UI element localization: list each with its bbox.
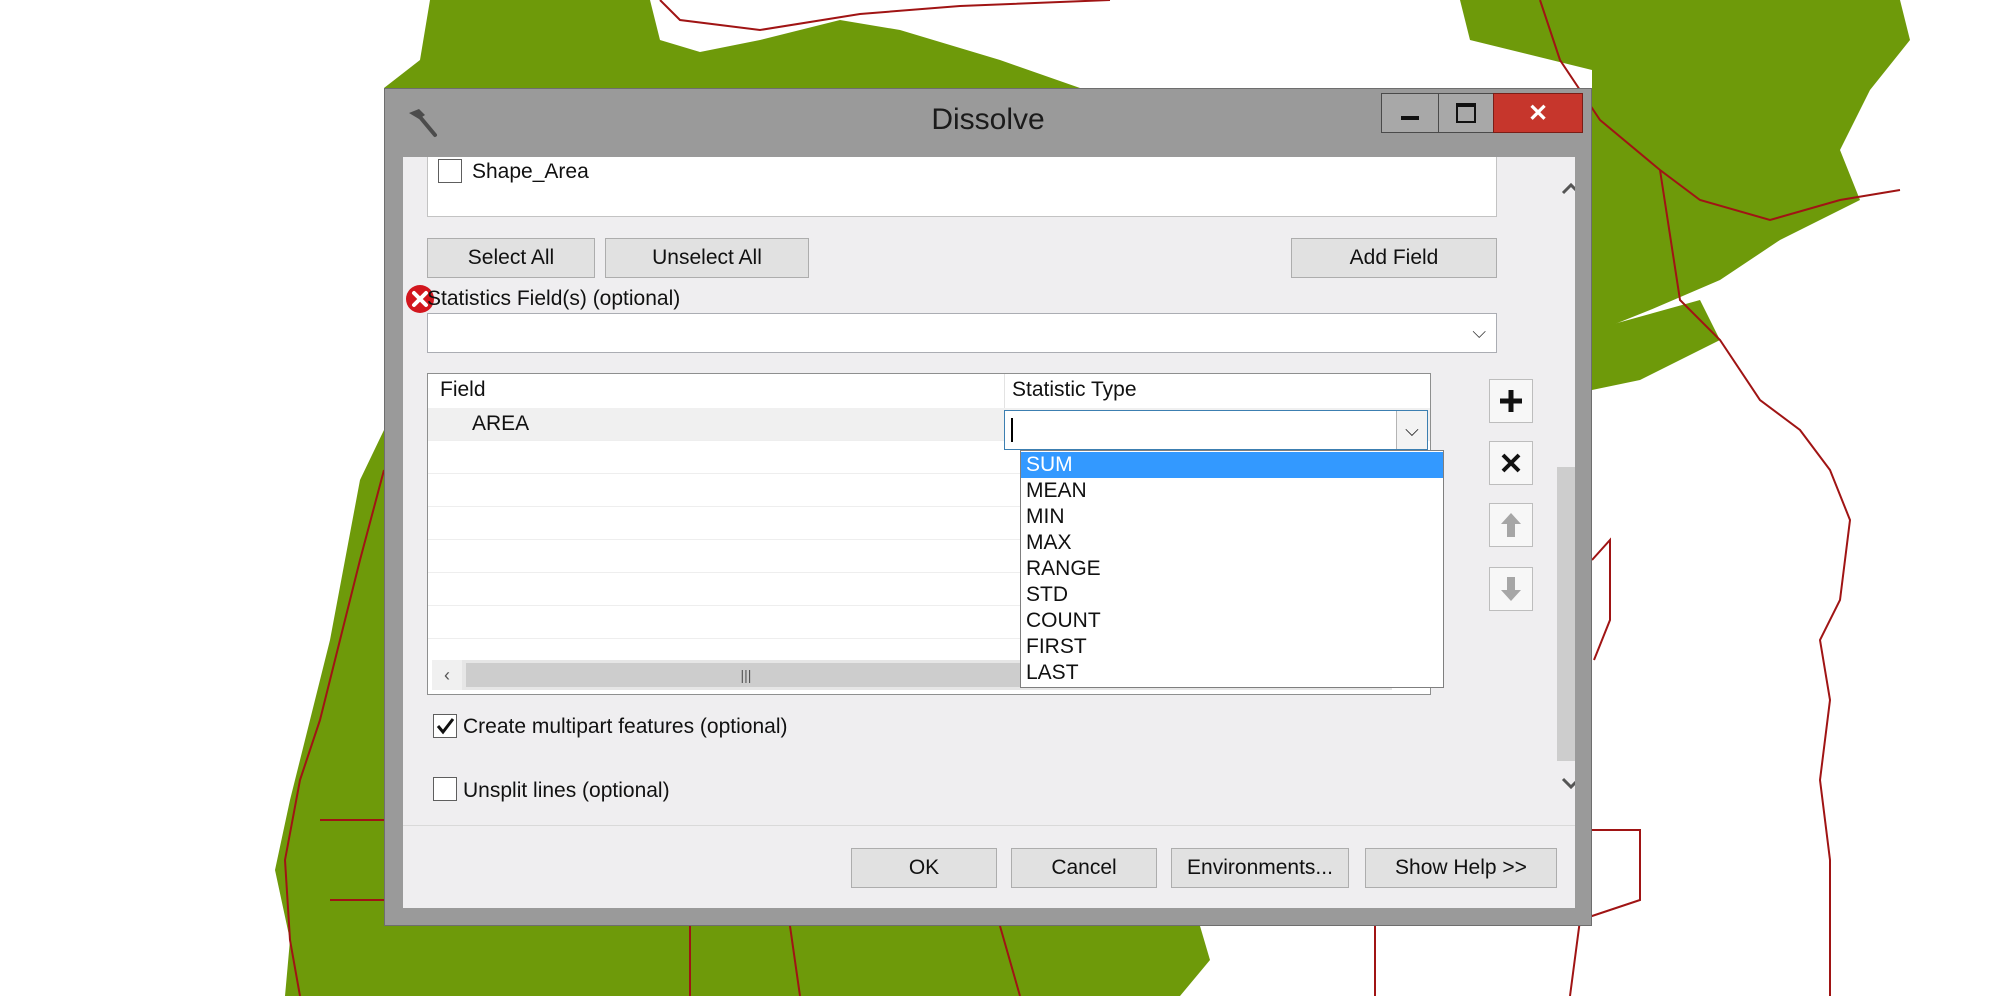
- text-caret: [1011, 418, 1013, 442]
- unselect-all-button[interactable]: Unselect All: [605, 238, 809, 278]
- option-last[interactable]: LAST: [1021, 660, 1443, 686]
- select-all-button[interactable]: Select All: [427, 238, 595, 278]
- row-field-cell: AREA: [472, 412, 530, 435]
- vertical-scrollbar[interactable]: [1551, 157, 1575, 825]
- dissolve-field-list[interactable]: Shape_Area: [427, 157, 1497, 217]
- statistic-type-dropdown-list: SUM MEAN MIN MAX RANGE STD COUNT FIRST L…: [1020, 450, 1444, 688]
- column-header-statistic-type[interactable]: Statistic Type: [1012, 378, 1137, 402]
- scroll-up-icon[interactable]: [1559, 177, 1575, 201]
- statistic-type-dropdown-button[interactable]: ⌵: [1396, 411, 1427, 449]
- maximize-button[interactable]: [1438, 93, 1494, 133]
- close-icon: ✕: [1527, 99, 1549, 127]
- option-std[interactable]: STD: [1021, 582, 1443, 608]
- checkmark-icon: [436, 718, 455, 735]
- chevron-down-icon: ⌵: [1405, 419, 1419, 440]
- shape-area-label: Shape_Area: [472, 160, 589, 183]
- add-field-button[interactable]: Add Field: [1291, 238, 1497, 278]
- option-mean[interactable]: MEAN: [1021, 478, 1443, 504]
- add-row-button[interactable]: [1489, 379, 1533, 423]
- horizontal-scroll-thumb[interactable]: |||: [466, 663, 1026, 687]
- remove-row-button[interactable]: [1489, 441, 1533, 485]
- minimize-button[interactable]: [1381, 93, 1439, 133]
- option-sum[interactable]: SUM: [1021, 452, 1443, 478]
- option-max[interactable]: MAX: [1021, 530, 1443, 556]
- option-min[interactable]: MIN: [1021, 504, 1443, 530]
- cancel-button[interactable]: Cancel: [1011, 848, 1157, 888]
- move-down-icon: [1501, 577, 1521, 601]
- option-range[interactable]: RANGE: [1021, 556, 1443, 582]
- multipart-label: Create multipart features (optional): [463, 715, 788, 738]
- shape-area-checkbox[interactable]: [438, 159, 462, 183]
- multipart-checkbox[interactable]: [433, 714, 457, 738]
- unsplit-lines-label: Unsplit lines (optional): [463, 779, 670, 802]
- statistics-field-combo[interactable]: ⌵: [427, 313, 1497, 353]
- close-button[interactable]: ✕: [1493, 93, 1583, 133]
- scroll-down-icon[interactable]: [1559, 771, 1575, 795]
- column-divider: [1004, 374, 1005, 408]
- ok-button[interactable]: OK: [851, 848, 997, 888]
- move-up-icon: [1501, 513, 1521, 537]
- add-icon: [1500, 390, 1522, 412]
- statistics-fields-label: Statistics Field(s) (optional): [427, 287, 681, 310]
- vertical-scroll-thumb[interactable]: [1557, 467, 1575, 761]
- scroll-left-icon[interactable]: ‹: [432, 660, 462, 690]
- show-help-button[interactable]: Show Help >>: [1365, 848, 1557, 888]
- grip-icon: |||: [740, 667, 752, 683]
- move-up-button[interactable]: [1489, 503, 1533, 547]
- statistic-type-combo[interactable]: ⌵: [1004, 410, 1428, 450]
- title-bar[interactable]: Dissolve ✕: [385, 89, 1591, 157]
- column-header-field[interactable]: Field: [440, 378, 486, 402]
- chevron-down-icon: ⌵: [1472, 322, 1486, 342]
- maximize-icon: [1456, 103, 1476, 123]
- dialog-footer: OK Cancel Environments... Show Help >>: [403, 825, 1575, 908]
- remove-icon: [1501, 453, 1521, 473]
- move-down-button[interactable]: [1489, 567, 1533, 611]
- option-first[interactable]: FIRST: [1021, 634, 1443, 660]
- minimize-icon: [1401, 116, 1419, 120]
- option-count[interactable]: COUNT: [1021, 608, 1443, 634]
- table-header: Field Statistic Type: [428, 374, 1430, 409]
- environments-button[interactable]: Environments...: [1171, 848, 1349, 888]
- vegetation-region: [384, 926, 1210, 996]
- unsplit-lines-checkbox[interactable]: [433, 777, 457, 801]
